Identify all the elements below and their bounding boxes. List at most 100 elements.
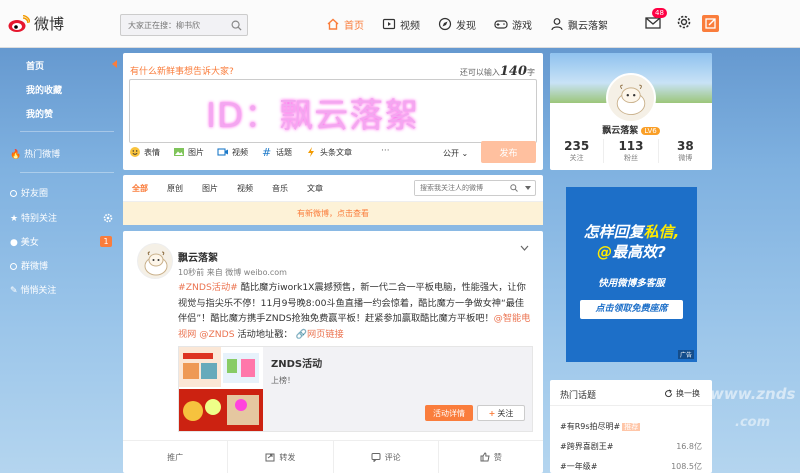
search-icon[interactable] — [231, 20, 242, 31]
chevron-down-icon[interactable] — [520, 245, 529, 251]
logo-text: 微博 — [34, 15, 65, 33]
nav-discover[interactable]: 发现 — [438, 17, 476, 32]
emoji-button[interactable]: 表情 — [129, 146, 160, 158]
messages-button[interactable]: 48 — [644, 8, 667, 31]
id-overlay-text: ID：飘云落絮 — [206, 96, 420, 136]
sidebar-item-group[interactable]: 群微博 — [10, 259, 48, 272]
sidebar-item-favorites[interactable]: 我的收藏 — [26, 83, 62, 96]
image-button[interactable]: 图片 — [173, 146, 204, 158]
stat-following[interactable]: 235 关注 — [550, 139, 605, 163]
nav-video-label: 视频 — [400, 20, 420, 32]
topic-label: #有R9s拍尽明# — [560, 422, 621, 431]
post-body: #ZNDS活动# 酷比魔方iwork1X震撼预售，新一代二合一平板电脑，性能强大… — [178, 280, 533, 342]
like-button[interactable]: 赞 — [439, 441, 543, 473]
left-sidebar: 首页 我的收藏 我的赞 🔥 热门微博 好友圈 ★ 特别关注 ● 美女 1 群微博… — [0, 48, 118, 473]
sidebar-item-label: 热门微博 — [24, 150, 61, 160]
ad-highlight: @ — [597, 243, 613, 261]
sidebar-item-special[interactable]: ★ 特别关注 — [10, 211, 57, 224]
sidebar-item-friends[interactable]: 好友圈 — [10, 186, 48, 199]
comment-button[interactable]: 评论 — [334, 441, 439, 473]
article-button[interactable]: 头条文章 — [305, 146, 352, 158]
global-search[interactable] — [120, 14, 248, 36]
sidebar-item-likes[interactable]: 我的赞 — [26, 107, 53, 120]
follow-button[interactable]: + 关注 — [477, 405, 525, 421]
tab-article[interactable]: 文章 — [307, 183, 323, 194]
list-item[interactable]: #跨界喜剧王# 16.8亿 — [560, 441, 702, 452]
refresh-button[interactable]: 换一换 — [664, 388, 700, 399]
visibility-label: 公开 — [443, 149, 459, 158]
limit-suffix: 字 — [527, 68, 535, 77]
avatar[interactable] — [606, 73, 656, 123]
tab-image[interactable]: 图片 — [202, 183, 218, 194]
fire-icon: 🔥 — [10, 150, 22, 160]
stat-number: 113 — [618, 139, 644, 153]
publish-box: 有什么新鲜事想告诉大家? 还可以输入140字 ID：飘云落絮 表情 图片 视频 … — [123, 53, 543, 170]
sidebar-item-label: 首页 — [26, 62, 45, 72]
profile-name-text: 飘云落絮 — [602, 126, 639, 136]
video-icon — [217, 148, 228, 156]
visibility-select[interactable]: 公开 ⌄ — [443, 148, 468, 159]
share-title[interactable]: ZNDS活动 — [271, 355, 322, 370]
tab-all[interactable]: 全部 — [132, 183, 148, 194]
repost-button[interactable]: 转发 — [228, 441, 334, 473]
ad-headline-1: 怎样回复私信, — [566, 221, 697, 242]
divider — [20, 131, 114, 132]
chevron-down-icon: ⌄ — [461, 149, 469, 158]
beauty-count-badge: 1 — [100, 236, 112, 247]
video-icon — [382, 18, 396, 30]
tab-video[interactable]: 视频 — [237, 183, 253, 194]
sidebar-item-beauty[interactable]: ● 美女 — [10, 235, 39, 248]
topic-count: 16.8亿 — [676, 442, 702, 451]
sidebar-item-secret[interactable]: ✎ 悄悄关注 — [10, 283, 56, 296]
post-link[interactable]: 网页链接 — [307, 329, 344, 340]
weibo-logo[interactable]: 微博 — [8, 13, 64, 34]
ad-headline-2: @最高效? — [566, 241, 697, 262]
chevron-down-icon[interactable] — [525, 186, 531, 190]
stat-followers[interactable]: 113 粉丝 — [604, 139, 659, 163]
avatar[interactable] — [137, 243, 173, 279]
feed-filter-bar: 全部 原创 图片 视频 音乐 文章 — [123, 175, 543, 201]
stat-posts[interactable]: 38 微博 — [659, 139, 712, 163]
nav-game[interactable]: 游戏 — [494, 17, 532, 32]
tab-original[interactable]: 原创 — [167, 183, 183, 194]
publish-textarea[interactable]: ID：飘云落絮 — [129, 79, 537, 143]
new-posts-notice[interactable]: 有新微博，点击查看 — [123, 201, 543, 225]
publish-button[interactable]: 发布 — [481, 141, 536, 163]
sidebar-item-home[interactable]: 首页 — [26, 59, 44, 72]
search-input[interactable] — [121, 15, 227, 35]
list-item[interactable]: #有R9s拍尽明# 推荐 — [560, 421, 702, 432]
ad-cta-button[interactable]: 点击领取免费座席 — [580, 300, 683, 319]
event-details-button[interactable]: 活动详情 — [425, 405, 473, 421]
post-hashtag[interactable]: #ZNDS活动# — [178, 282, 238, 293]
topic-button[interactable]: # 话题 — [261, 146, 292, 158]
nav-video[interactable]: 视频 — [382, 17, 420, 32]
comment-label: 评论 — [384, 452, 401, 462]
post-author[interactable]: 飘云落絮 — [178, 249, 218, 264]
repost-icon — [265, 453, 275, 462]
tab-music[interactable]: 音乐 — [272, 183, 288, 194]
nav-home[interactable]: 首页 — [326, 17, 364, 32]
publish-prompt: 有什么新鲜事想告诉大家? — [130, 67, 234, 77]
feed-search[interactable] — [414, 180, 536, 196]
post-link-prefix: 活动地址戳： — [234, 328, 293, 340]
more-tools-button[interactable]: ··· — [381, 146, 390, 156]
video-upload-button[interactable]: 视频 — [217, 146, 248, 158]
nav-profile-label: 飘云落絮 — [568, 20, 608, 32]
gear-icon[interactable] — [676, 14, 692, 30]
nav-profile[interactable]: 飘云落絮 — [550, 17, 608, 32]
active-indicator — [112, 60, 117, 68]
share-card[interactable]: ZNDS活动 上榜！ 活动详情 + 关注 — [178, 346, 533, 432]
comment-icon — [371, 453, 381, 462]
sidebar-item-hot[interactable]: 🔥 热门微博 — [10, 147, 60, 160]
compose-button[interactable] — [702, 15, 719, 32]
search-icon[interactable] — [510, 184, 518, 192]
messages-badge: 48 — [652, 8, 667, 18]
profile-name[interactable]: 飘云落絮 LV6 — [550, 123, 712, 136]
top-tools: 48 — [644, 8, 692, 31]
feed-search-input[interactable] — [415, 181, 509, 195]
sidebar-item-label: 特别关注 — [20, 214, 57, 224]
promote-button[interactable]: 推广 — [123, 441, 229, 473]
ad-banner[interactable]: 怎样回复私信, @最高效? 快用微博多客服 点击领取免费座席 广告 — [566, 187, 697, 362]
list-item[interactable]: #一年级# 108.5亿 — [560, 461, 702, 472]
gear-icon[interactable] — [103, 213, 113, 223]
